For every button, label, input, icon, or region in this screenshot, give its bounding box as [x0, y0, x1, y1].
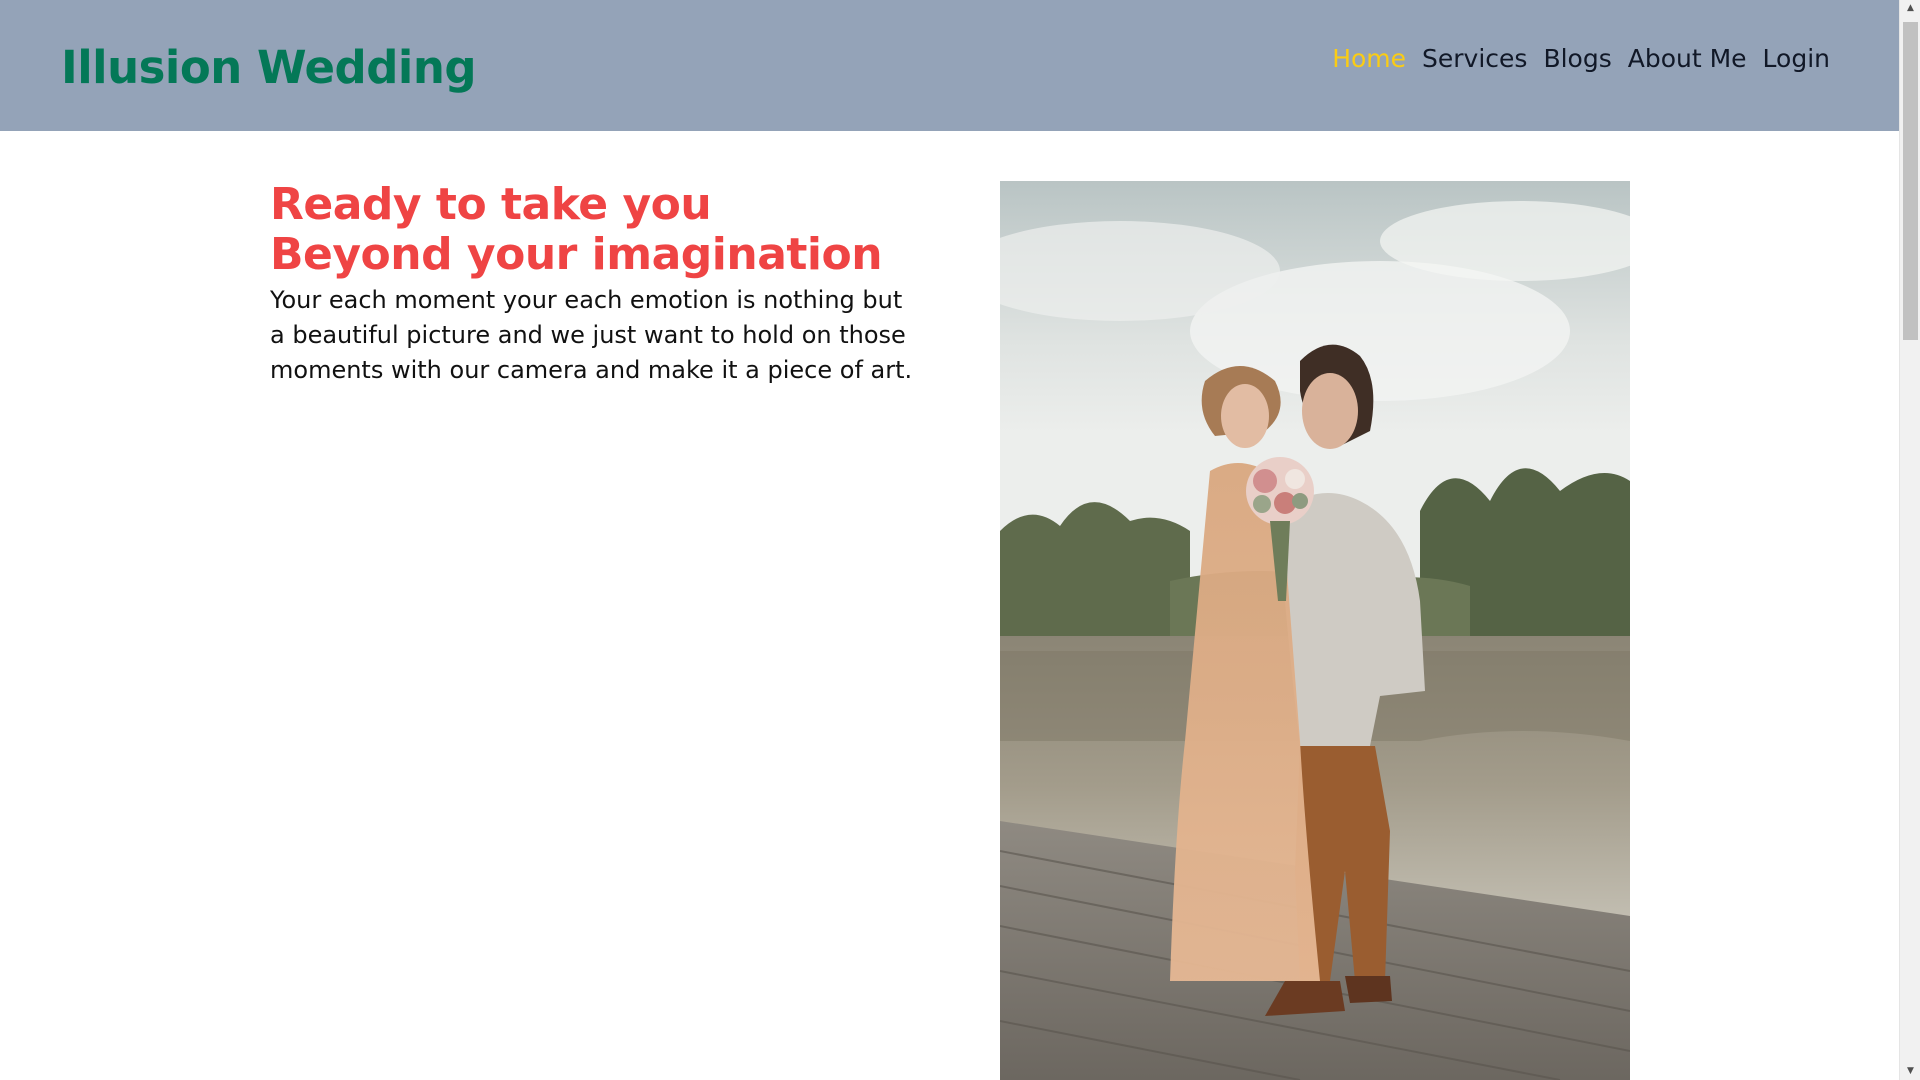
main-nav: Home Services Blogs About Me Login	[1324, 40, 1838, 78]
scrollbar-thumb[interactable]	[1903, 22, 1918, 340]
hero-title-line-1: Ready to take you	[270, 179, 712, 230]
page: Illusion Wedding Home Services Blogs Abo…	[0, 0, 1899, 1080]
nav-about-me[interactable]: About Me	[1620, 40, 1755, 78]
nav-home[interactable]: Home	[1324, 40, 1414, 78]
nav-login[interactable]: Login	[1755, 40, 1838, 78]
nav-services[interactable]: Services	[1414, 40, 1535, 78]
nav-blogs[interactable]: Blogs	[1535, 40, 1619, 78]
site-header: Illusion Wedding Home Services Blogs Abo…	[0, 0, 1899, 131]
browser-viewport: Illusion Wedding Home Services Blogs Abo…	[0, 0, 1920, 1080]
wedding-couple-photo	[1000, 181, 1630, 1080]
vertical-scrollbar[interactable]: ▲ ▼	[1899, 0, 1920, 1080]
triangle-up-icon[interactable]: ▲	[1900, 0, 1920, 17]
hero-title: Ready to take you Beyond your imaginatio…	[270, 180, 930, 280]
triangle-down-icon[interactable]: ▼	[1900, 1063, 1920, 1080]
hero-text: Ready to take you Beyond your imaginatio…	[270, 180, 930, 388]
hero-title-line-2: Beyond your imagination	[270, 229, 883, 280]
brand-logo[interactable]: Illusion Wedding	[61, 38, 477, 98]
hero-description: Your each moment your each emotion is no…	[270, 286, 913, 384]
